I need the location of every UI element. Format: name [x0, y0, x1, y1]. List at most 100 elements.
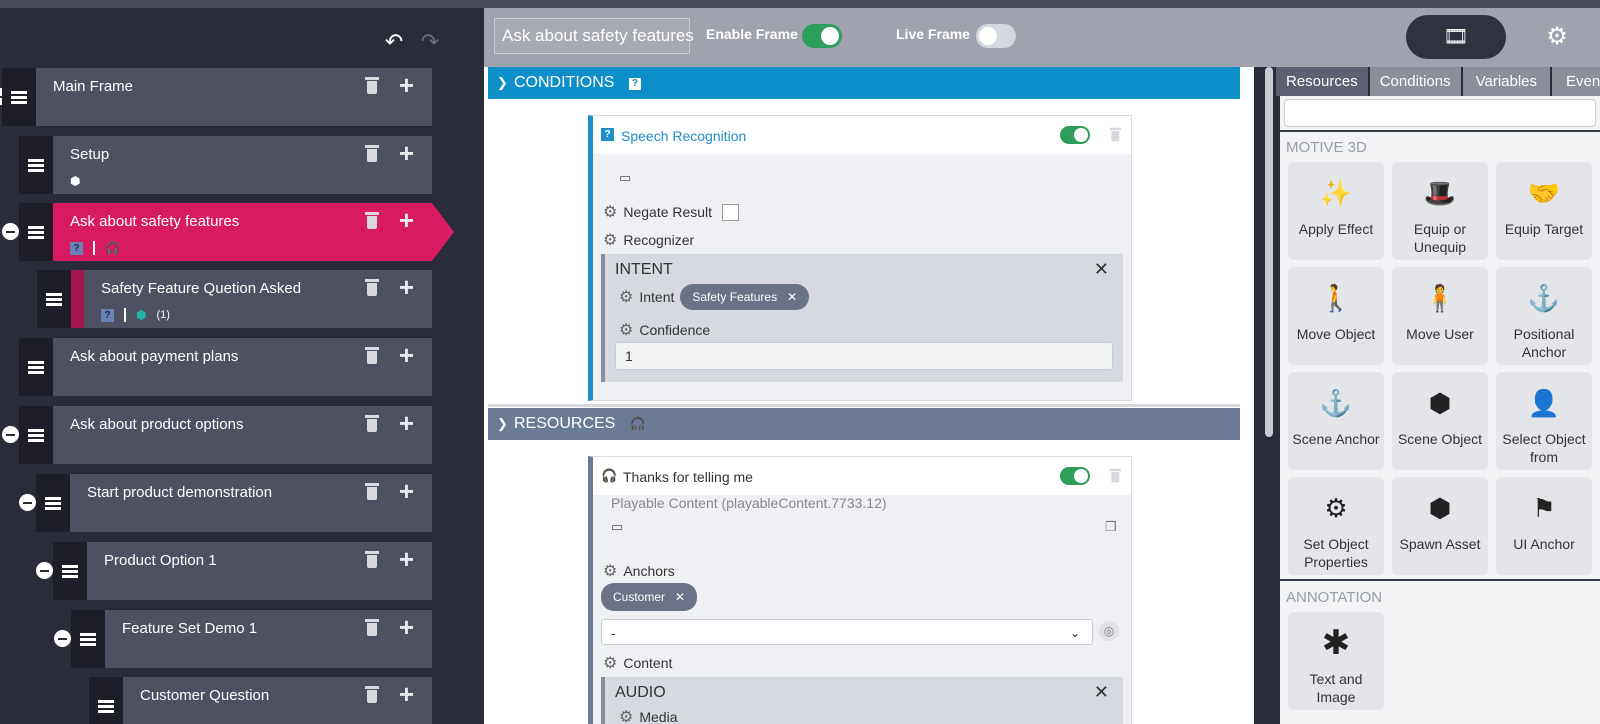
- settings-gear-icon[interactable]: ⚙: [1542, 22, 1572, 52]
- tree-node-body[interactable]: Safety Feature Quetion Asked ? ⬢ (1) +: [71, 270, 432, 328]
- tree-node-customer-question[interactable]: Customer Question +: [89, 677, 432, 724]
- confidence-input[interactable]: 1: [615, 342, 1113, 370]
- tree-node-body[interactable]: Setup ⬢ +: [53, 136, 432, 194]
- frame-title-input[interactable]: Ask about safety features: [494, 18, 694, 54]
- plus-icon[interactable]: +: [399, 681, 414, 707]
- tree-node-body[interactable]: Ask about product options +: [53, 406, 432, 464]
- tile-move-object[interactable]: 🚶 Move Object: [1288, 267, 1384, 365]
- trash-icon[interactable]: [364, 550, 380, 570]
- editor-scrollbar[interactable]: [1265, 67, 1273, 437]
- enable-frame-toggle[interactable]: [802, 24, 842, 48]
- card-enable-toggle[interactable]: [1060, 467, 1090, 485]
- intent-chip[interactable]: Safety Features ✕: [680, 284, 810, 310]
- tree-node-body[interactable]: Product Option 1 +: [87, 542, 432, 600]
- close-icon[interactable]: ✕: [1094, 682, 1109, 703]
- negate-checkbox[interactable]: [722, 203, 740, 221]
- drag-handle-icon[interactable]: [71, 610, 105, 668]
- tree-node-body[interactable]: Main Frame +: [36, 68, 432, 126]
- tree-node-main-frame[interactable]: Main Frame +: [0, 68, 432, 126]
- chip-remove-icon[interactable]: ✕: [675, 590, 685, 604]
- tile-scene-anchor[interactable]: ⚓ Scene Anchor: [1288, 372, 1384, 470]
- tile-select-object[interactable]: 👤 Select Object from: [1496, 372, 1592, 470]
- tile-set-object-properties[interactable]: ⚙ Set Object Properties: [1288, 477, 1384, 575]
- drag-handle-icon[interactable]: [19, 203, 53, 261]
- trash-icon[interactable]: [364, 482, 380, 502]
- drag-handle-icon[interactable]: [53, 542, 87, 600]
- tree-node-product-option-1[interactable]: Product Option 1 +: [36, 542, 432, 600]
- tile-ui-anchor[interactable]: ⚑ UI Anchor: [1496, 477, 1592, 575]
- plus-icon[interactable]: +: [399, 140, 414, 166]
- conditions-section-header[interactable]: ❯ CONDITIONS ?: [488, 67, 1240, 99]
- plus-icon[interactable]: +: [399, 274, 414, 300]
- tree-node-product-options[interactable]: Ask about product options +: [2, 406, 432, 464]
- tile-text-and-image[interactable]: ✱ Text and Image: [1288, 612, 1384, 710]
- plus-icon[interactable]: +: [399, 207, 414, 233]
- undo-icon[interactable]: ↶: [382, 30, 406, 54]
- drag-handle-icon[interactable]: [89, 677, 123, 724]
- tree-node-safety-question[interactable]: Safety Feature Quetion Asked ? ⬢ (1) +: [37, 270, 432, 328]
- tree-node-payment-plans[interactable]: Ask about payment plans +: [19, 338, 432, 396]
- trash-icon[interactable]: [364, 144, 380, 164]
- trash-icon[interactable]: [364, 278, 380, 298]
- drag-handle-icon[interactable]: [2, 68, 36, 126]
- resources-section-header[interactable]: ❯ RESOURCES 🎧: [488, 408, 1240, 440]
- film-icon[interactable]: 🎞: [1406, 15, 1506, 59]
- close-icon[interactable]: ✕: [1094, 259, 1109, 280]
- collapse-icon[interactable]: [2, 223, 19, 240]
- drag-handle-icon[interactable]: [19, 406, 53, 464]
- tile-spawn-asset[interactable]: ⬢ Spawn Asset: [1392, 477, 1488, 575]
- plus-icon[interactable]: +: [399, 614, 414, 640]
- tree-node-body[interactable]: Ask about safety features ? 🎧 +: [53, 203, 432, 261]
- collapse-icon[interactable]: [54, 630, 71, 647]
- tree-node-body[interactable]: Feature Set Demo 1 +: [105, 610, 432, 668]
- palette-search-input[interactable]: [1284, 99, 1596, 127]
- collapse-icon[interactable]: [36, 562, 53, 579]
- redo-icon[interactable]: ↷: [418, 30, 442, 54]
- note-icon[interactable]: ▭: [619, 170, 631, 186]
- trash-icon[interactable]: [364, 414, 380, 434]
- tile-positional-anchor[interactable]: ⚓ Positional Anchor: [1496, 267, 1592, 365]
- tile-move-user[interactable]: 🧍 Move User: [1392, 267, 1488, 365]
- drag-handle-icon[interactable]: [19, 338, 53, 396]
- plus-icon[interactable]: +: [399, 410, 414, 436]
- trash-icon[interactable]: [364, 211, 380, 231]
- tab-events[interactable]: Events: [1552, 67, 1600, 96]
- tree-node-body[interactable]: Start product demonstration +: [70, 474, 432, 532]
- tree-node-body[interactable]: Customer Question +: [123, 677, 432, 724]
- copy-icon[interactable]: ❐: [1105, 519, 1117, 535]
- drag-handle-icon[interactable]: [37, 270, 71, 328]
- tree-node-product-demo[interactable]: Start product demonstration +: [19, 474, 432, 532]
- tab-conditions[interactable]: Conditions: [1369, 67, 1461, 96]
- live-frame-toggle[interactable]: [976, 24, 1016, 48]
- trash-icon[interactable]: [364, 346, 380, 366]
- trash-icon[interactable]: [364, 685, 380, 705]
- tab-resources[interactable]: Resources: [1276, 67, 1368, 96]
- anchor-select[interactable]: - ⌄: [601, 619, 1093, 645]
- tree-node-body[interactable]: Ask about payment plans +: [53, 338, 432, 396]
- plus-icon[interactable]: +: [399, 342, 414, 368]
- note-icon[interactable]: ▭: [611, 519, 623, 535]
- trash-icon[interactable]: [364, 618, 380, 638]
- tile-apply-effect[interactable]: ✨ Apply Effect: [1288, 162, 1384, 260]
- target-icon[interactable]: ◎: [1099, 621, 1119, 641]
- drag-handle-icon[interactable]: [19, 136, 53, 194]
- plus-icon[interactable]: +: [399, 546, 414, 572]
- plus-icon[interactable]: +: [399, 72, 414, 98]
- card-title[interactable]: Speech Recognition: [621, 128, 746, 144]
- tab-variables[interactable]: Variables: [1462, 67, 1551, 96]
- tree-node-ask-safety[interactable]: Ask about safety features ? 🎧 +: [2, 203, 454, 261]
- drag-handle-icon[interactable]: [36, 474, 70, 532]
- trash-icon[interactable]: [364, 76, 380, 96]
- tree-node-setup[interactable]: Setup ⬢ +: [19, 136, 432, 194]
- plus-icon[interactable]: +: [399, 478, 414, 504]
- anchor-chip[interactable]: Customer ✕: [601, 583, 698, 611]
- collapse-icon[interactable]: [19, 494, 36, 511]
- tile-scene-object[interactable]: ⬢ Scene Object: [1392, 372, 1488, 470]
- chip-remove-icon[interactable]: ✕: [787, 290, 797, 304]
- collapse-icon[interactable]: [2, 426, 19, 443]
- tile-equip-target[interactable]: 🤝 Equip Target: [1496, 162, 1592, 260]
- tree-node-feature-set-demo[interactable]: Feature Set Demo 1 +: [54, 610, 432, 668]
- card-title[interactable]: Thanks for telling me: [623, 469, 753, 485]
- tile-equip-unequip[interactable]: 🎩 Equip or Unequip: [1392, 162, 1488, 260]
- card-enable-toggle[interactable]: [1060, 126, 1090, 144]
